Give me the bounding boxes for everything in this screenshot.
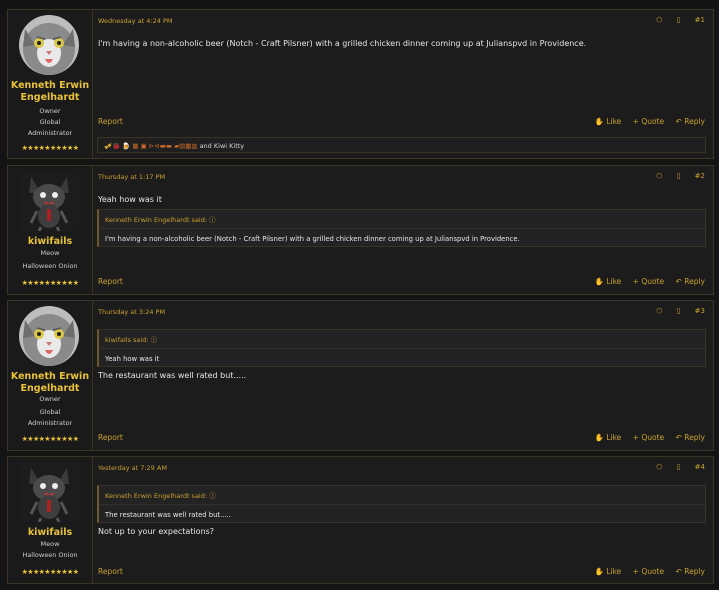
reaction-users[interactable]: and Kiwi Kitty: [200, 142, 245, 150]
username[interactable]: kiwifails: [8, 527, 92, 539]
bookmark-icon[interactable]: ▯: [677, 463, 681, 471]
post-meta: ⬡ ▯ #3: [644, 307, 705, 315]
like-button[interactable]: ✋ Like: [595, 433, 622, 442]
user-role-halloween: Halloween Onion: [22, 551, 78, 559]
user-role-admin: Global Administrator: [27, 408, 73, 427]
user-stars: ★★★★★★★★★★: [21, 568, 79, 576]
post-meta: ⬡ ▯ #2: [644, 172, 705, 180]
bookmark-icon[interactable]: ▯: [677, 307, 681, 315]
quote-button[interactable]: + Quote: [633, 567, 664, 576]
report-link[interactable]: Report: [98, 117, 123, 126]
post-number[interactable]: #3: [695, 307, 705, 315]
post-number[interactable]: #4: [695, 463, 705, 471]
user-role-meow: Meow: [40, 540, 60, 548]
share-icon[interactable]: ⬡: [656, 16, 662, 24]
thumbs-up-icon: ✋: [594, 567, 604, 576]
post-message: I'm having a non-alcoholic beer (Notch -…: [98, 39, 587, 48]
post-date[interactable]: Wednesday at 4:24 PM: [98, 17, 173, 25]
reply-arrow-icon: ↶: [675, 567, 682, 576]
reactions-bar[interactable]: 🎺🐞 🍺 ▦ ▣ ⊳⊲▬▬ ▰▤▦▥ and Kiwi Kitty: [97, 137, 706, 153]
username[interactable]: Kenneth Erwin Engelhardt: [8, 80, 92, 104]
user-stars: ★★★★★★★★★★: [21, 435, 79, 443]
avatar[interactable]: [19, 462, 79, 522]
bookmark-icon[interactable]: ▯: [677, 16, 681, 24]
post-actions: ✋ Like + Quote ↶ Reply: [586, 567, 705, 576]
like-button[interactable]: ✋ Like: [595, 277, 622, 286]
user-role-admin: Global Administrator: [27, 118, 73, 137]
thumbs-up-icon: ✋: [594, 433, 604, 442]
share-icon[interactable]: ⬡: [656, 172, 662, 180]
user-role-meow: Meow: [40, 249, 60, 257]
quote-text: I'm having a non-alcoholic beer (Notch -…: [105, 235, 520, 243]
quote-button[interactable]: + Quote: [633, 117, 664, 126]
quote-text: The restaurant was well rated but.....: [105, 511, 231, 519]
expand-circle-icon[interactable]: ⓘ: [209, 492, 216, 500]
share-icon[interactable]: ⬡: [656, 463, 662, 471]
reply-button[interactable]: ↶ Reply: [676, 277, 705, 286]
post-3: Kenneth Erwin Engelhardt Owner Global Ad…: [7, 300, 714, 451]
reply-button[interactable]: ↶ Reply: [676, 567, 705, 576]
user-role-owner: Owner: [39, 395, 61, 403]
reply-button[interactable]: ↶ Reply: [676, 433, 705, 442]
avatar[interactable]: [19, 306, 79, 366]
like-button[interactable]: ✋ Like: [595, 567, 622, 576]
user-role-owner: Owner: [39, 107, 61, 115]
post-message: Not up to your expectations?: [98, 527, 215, 536]
avatar[interactable]: [19, 15, 79, 75]
quote-author[interactable]: Kenneth Erwin Engelhardt said: ⓘ: [99, 486, 705, 505]
share-icon[interactable]: ⬡: [656, 307, 662, 315]
post-number[interactable]: #2: [695, 172, 705, 180]
quote-block: Kenneth Erwin Engelhardt said: ⓘ I'm hav…: [97, 209, 706, 247]
post-actions: ✋ Like + Quote ↶ Reply: [586, 277, 705, 286]
user-panel: Kenneth Erwin Engelhardt Owner Global Ad…: [8, 10, 93, 158]
expand-circle-icon[interactable]: ⓘ: [151, 336, 158, 344]
like-button[interactable]: ✋ Like: [595, 117, 622, 126]
user-role-halloween: Halloween Onion: [22, 262, 78, 270]
post-message: The restaurant was well rated but.....: [98, 371, 247, 380]
post-meta: ⬡ ▯ #1: [644, 16, 705, 24]
thumbs-up-icon: ✋: [594, 117, 604, 126]
reply-button[interactable]: ↶ Reply: [676, 117, 705, 126]
avatar[interactable]: [19, 171, 79, 231]
post-4: kiwifails Meow Halloween Onion ★★★★★★★★★…: [7, 456, 714, 584]
post-meta: ⬡ ▯ #4: [644, 463, 705, 471]
post-actions: ✋ Like + Quote ↶ Reply: [586, 117, 705, 126]
post-message: Yeah how was it: [98, 195, 162, 204]
quote-text: Yeah how was it: [105, 355, 160, 363]
post-2: kiwifails Meow Halloween Onion ★★★★★★★★★…: [7, 165, 714, 295]
username[interactable]: Kenneth Erwin Engelhardt: [8, 371, 92, 395]
reply-arrow-icon: ↶: [675, 117, 682, 126]
post-date[interactable]: Thursday at 3:24 PM: [98, 308, 165, 316]
post-date[interactable]: Thursday at 1:17 PM: [98, 173, 165, 181]
user-stars: ★★★★★★★★★★: [21, 144, 79, 152]
thumbs-up-icon: ✋: [594, 277, 604, 286]
report-link[interactable]: Report: [98, 567, 123, 576]
quote-button[interactable]: + Quote: [633, 433, 664, 442]
post-number[interactable]: #1: [695, 16, 705, 24]
report-link[interactable]: Report: [98, 433, 123, 442]
username[interactable]: kiwifails: [8, 236, 92, 248]
quote-block: Kenneth Erwin Engelhardt said: ⓘ The res…: [97, 485, 706, 523]
quote-block: kiwifails said: ⓘ Yeah how was it: [97, 329, 706, 367]
quote-author[interactable]: Kenneth Erwin Engelhardt said: ⓘ: [99, 210, 705, 229]
user-stars: ★★★★★★★★★★: [21, 279, 79, 287]
user-panel: kiwifails Meow Halloween Onion ★★★★★★★★★…: [8, 166, 93, 294]
post-actions: ✋ Like + Quote ↶ Reply: [586, 433, 705, 442]
report-link[interactable]: Report: [98, 277, 123, 286]
reaction-icons: 🎺🐞 🍺 ▦ ▣ ⊳⊲▬▬ ▰▤▦▥: [104, 142, 198, 150]
reply-arrow-icon: ↶: [675, 277, 682, 286]
reply-arrow-icon: ↶: [675, 433, 682, 442]
post-date[interactable]: Yesterday at 7:29 AM: [98, 464, 167, 472]
quote-author[interactable]: kiwifails said: ⓘ: [99, 330, 705, 349]
user-panel: kiwifails Meow Halloween Onion ★★★★★★★★★…: [8, 457, 93, 583]
user-panel: Kenneth Erwin Engelhardt Owner Global Ad…: [8, 301, 93, 450]
bookmark-icon[interactable]: ▯: [677, 172, 681, 180]
quote-button[interactable]: + Quote: [633, 277, 664, 286]
expand-circle-icon[interactable]: ⓘ: [209, 216, 216, 224]
post-1: Kenneth Erwin Engelhardt Owner Global Ad…: [7, 9, 714, 159]
